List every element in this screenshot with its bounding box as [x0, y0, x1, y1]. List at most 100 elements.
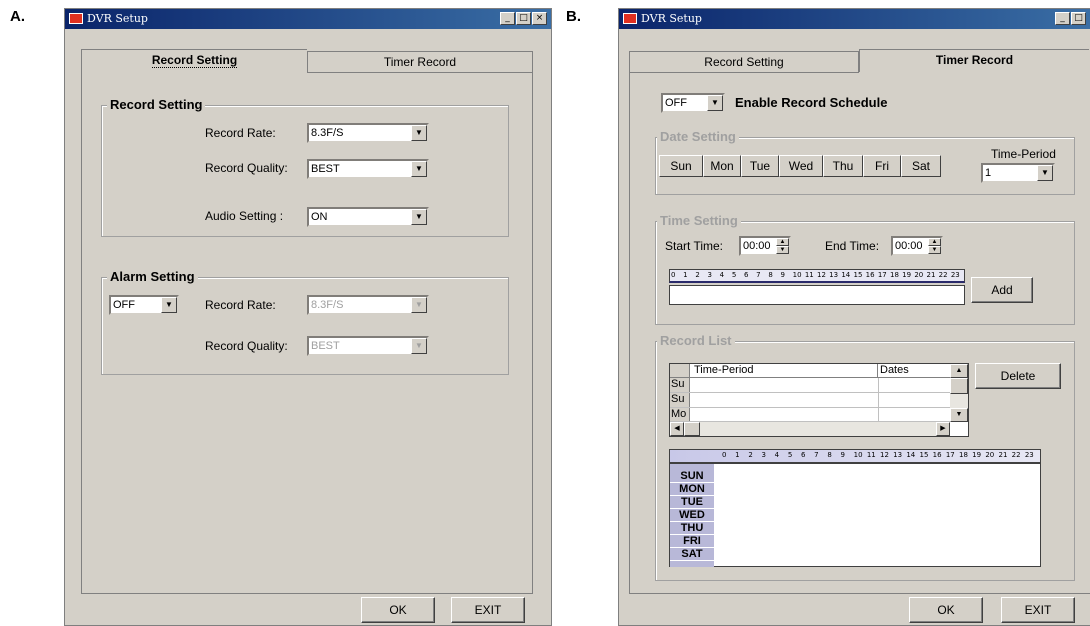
tab-record-setting[interactable]: Record Setting [629, 51, 859, 73]
time-hour-tick: 0 [671, 271, 676, 279]
week-hour-tick: 4 [774, 451, 780, 459]
week-hour-tick: 7 [814, 451, 819, 459]
add-button[interactable]: Add [971, 277, 1033, 303]
time-period-label: Time-Period [991, 147, 1056, 161]
alarm-toggle-value: OFF [113, 299, 135, 311]
week-day-label: SUN [670, 470, 714, 482]
day-button-thu[interactable]: Thu [823, 155, 863, 177]
maximize-icon[interactable]: □ [516, 12, 531, 25]
hour-ruler: 0 1 2 3 4 5 6 7 8 9 10 11 12 13 14 15 16 17 18 19 20 21 22 23 [669, 269, 965, 283]
record-rate-value: 8.3F/S [311, 127, 344, 139]
delete-button[interactable]: Delete [975, 363, 1061, 389]
spin-down-icon[interactable]: ▼ [776, 246, 789, 254]
week-schedule-grid[interactable]: SUN MON TUE WED THU FRI SAT [669, 463, 1041, 567]
week-day-column-top [670, 464, 714, 470]
time-selection-bar[interactable] [669, 285, 965, 305]
scroll-left-icon[interactable]: ◀ [670, 422, 684, 436]
tab-record-setting[interactable]: Record Setting [81, 49, 307, 73]
ok-button[interactable]: OK [361, 597, 435, 623]
week-hour-tick: 1 [735, 451, 740, 459]
chevron-down-icon[interactable]: ▼ [161, 297, 177, 313]
spin-up-icon[interactable]: ▲ [776, 238, 789, 246]
day-button-sat[interactable]: Sat [901, 155, 941, 177]
week-hour-tick: 13 [893, 451, 903, 459]
horizontal-scrollbar[interactable]: ◀ ▶ [670, 422, 950, 436]
start-time-input[interactable]: 00:00 ▲ ▼ [739, 236, 791, 256]
spin-down-icon[interactable]: ▼ [928, 246, 941, 254]
chevron-down-icon[interactable]: ▼ [411, 209, 427, 225]
table-row[interactable]: Su [670, 378, 950, 393]
alarm-record-quality-select[interactable]: BEST ▼ [307, 336, 429, 356]
table-corner [670, 364, 690, 378]
scroll-thumb[interactable] [684, 422, 700, 436]
week-hour-ruler: 0 1 2 3 4 5 6 7 8 9 10 11 12 13 14 15 16 17 18 19 20 21 22 23 [669, 449, 1041, 463]
tab-timer-record-label: Timer Record [383, 55, 457, 69]
week-hour-tick: 6 [801, 451, 806, 459]
week-hour-tick: 8 [827, 451, 832, 459]
audio-setting-value: ON [311, 211, 328, 223]
chevron-down-icon[interactable]: ▼ [1037, 165, 1053, 181]
col-time-period[interactable]: Time-Period [690, 364, 878, 378]
minimize-icon[interactable]: _ [500, 12, 515, 25]
end-time-input[interactable]: 00:00 ▲ ▼ [891, 236, 943, 256]
tab-timer-record[interactable]: Timer Record [859, 49, 1089, 73]
spin-up-icon[interactable]: ▲ [928, 238, 941, 246]
scroll-right-icon[interactable]: ▶ [936, 422, 950, 436]
table-row[interactable]: Su [670, 393, 950, 408]
schedule-toggle-value: OFF [665, 97, 687, 109]
minimize-icon[interactable]: _ [1055, 12, 1070, 25]
alarm-record-rate-label: Record Rate: [205, 298, 276, 312]
record-quality-select[interactable]: BEST ▼ [307, 159, 429, 179]
chevron-down-icon[interactable]: ▼ [411, 338, 427, 354]
panel-b-label: B. [566, 8, 581, 25]
scroll-up-icon[interactable]: ▲ [950, 364, 968, 378]
close-icon[interactable]: × [532, 12, 547, 25]
schedule-toggle-select[interactable]: OFF ▼ [661, 93, 725, 113]
tab-record-setting-label: Record Setting [704, 55, 784, 69]
chevron-down-icon[interactable]: ▼ [411, 297, 427, 313]
maximize-icon[interactable]: □ [1071, 12, 1086, 25]
time-hour-tick: 22 [938, 271, 948, 279]
chevron-down-icon[interactable]: ▼ [411, 125, 427, 141]
row-header: Su [670, 393, 690, 407]
week-hour-tick: 2 [748, 451, 753, 459]
day-button-tue[interactable]: Tue [741, 155, 779, 177]
ok-button[interactable]: OK [909, 597, 983, 623]
chevron-down-icon[interactable]: ▼ [411, 161, 427, 177]
record-quality-value: BEST [311, 163, 340, 175]
time-hour-tick: 13 [829, 271, 839, 279]
week-hour-tick: 23 [1024, 451, 1034, 459]
time-hour-tick: 6 [744, 271, 749, 279]
time-setting-group-title: Time Setting [657, 213, 741, 228]
vertical-scrollbar[interactable]: ▲ ▼ [950, 364, 968, 422]
time-hour-tick: 21 [926, 271, 936, 279]
col-dates[interactable]: Dates [878, 364, 950, 378]
day-buttons: Sun Mon Tue Wed Thu Fri Sat [659, 155, 959, 177]
alarm-record-rate-select[interactable]: 8.3F/S ▼ [307, 295, 429, 315]
alarm-toggle-select[interactable]: OFF ▼ [109, 295, 179, 315]
scroll-thumb[interactable] [950, 378, 968, 394]
column-separator [878, 378, 879, 392]
audio-setting-select[interactable]: ON ▼ [307, 207, 429, 227]
time-period-select[interactable]: 1 ▼ [981, 163, 1055, 183]
record-list-table[interactable]: Time-Period Dates Su Su Mo ▲ ▼ ◀ ▶ [669, 363, 969, 437]
exit-button[interactable]: EXIT [1001, 597, 1075, 623]
time-hour-tick: 8 [768, 271, 773, 279]
day-button-wed[interactable]: Wed [779, 155, 823, 177]
day-button-mon[interactable]: Mon [703, 155, 741, 177]
day-button-sun[interactable]: Sun [659, 155, 703, 177]
chevron-down-icon[interactable]: ▼ [707, 95, 723, 111]
table-row[interactable]: Mo [670, 408, 950, 422]
record-rate-select[interactable]: 8.3F/S ▼ [307, 123, 429, 143]
scroll-down-icon[interactable]: ▼ [950, 408, 968, 422]
day-button-fri[interactable]: Fri [863, 155, 901, 177]
week-hour-tick: 9 [840, 451, 845, 459]
week-hour-tick: 3 [761, 451, 766, 459]
exit-button[interactable]: EXIT [451, 597, 525, 623]
tab-timer-record[interactable]: Timer Record [307, 51, 533, 73]
week-day-label: SAT [670, 548, 714, 560]
time-hour-tick: 23 [950, 271, 960, 279]
week-hour-tick: 22 [1011, 451, 1021, 459]
week-hour-tick: 16 [932, 451, 942, 459]
week-day-column-bottom [670, 561, 714, 567]
